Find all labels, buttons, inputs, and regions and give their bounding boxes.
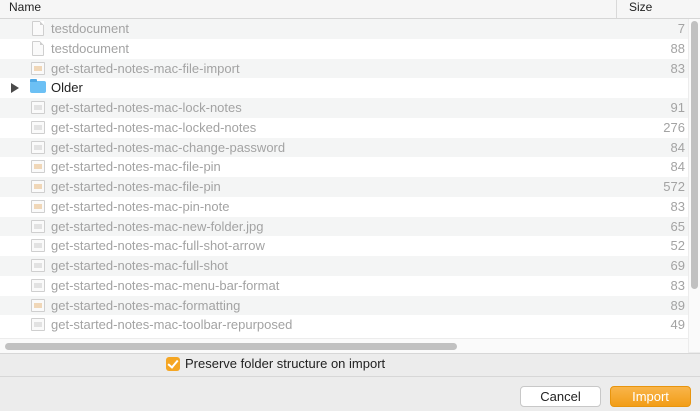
file-name: get-started-notes-mac-full-shot-arrow <box>51 238 265 254</box>
folder-icon <box>30 79 46 94</box>
list-item[interactable]: get-started-notes-mac-full-shot 69 <box>0 256 700 276</box>
image-file-icon <box>31 239 45 253</box>
file-size: 52 <box>670 238 685 254</box>
image-file-icon <box>31 278 45 292</box>
file-size: 89 <box>670 297 685 313</box>
image-file-icon <box>31 199 45 213</box>
file-name: get-started-notes-mac-file-pin <box>51 179 221 194</box>
file-name: get-started-notes-mac-file-pin <box>51 159 221 175</box>
image-file-icon <box>31 101 45 114</box>
image-file-icon <box>31 140 45 154</box>
image-file-icon <box>31 219 45 233</box>
file-size: 84 <box>670 139 685 155</box>
file-size: 83 <box>670 277 685 293</box>
folder-row[interactable]: Older <box>0 78 700 98</box>
list-item[interactable]: get-started-notes-mac-file-pin 84 <box>0 157 700 177</box>
image-file-icon <box>31 61 45 75</box>
vertical-scrollbar[interactable] <box>688 19 700 352</box>
list-item[interactable]: get-started-notes-mac-formatting 89 <box>0 295 700 316</box>
file-name: get-started-notes-mac-formatting <box>51 297 241 313</box>
list-item[interactable]: get-started-notes-mac-change-password 84 <box>0 137 700 158</box>
file-name: get-started-notes-mac-locked-notes <box>51 119 257 135</box>
name-column-header[interactable]: Name <box>9 0 41 18</box>
import-button[interactable]: Import <box>610 386 691 407</box>
list-item[interactable]: get-started-notes-mac-file-pin 572 <box>0 177 700 197</box>
size-column-header[interactable]: Size <box>629 0 652 18</box>
image-file-icon <box>31 180 45 193</box>
file-size: 84 <box>670 159 685 175</box>
file-name: testdocument <box>51 21 130 36</box>
column-divider[interactable] <box>616 0 617 18</box>
document-icon <box>32 21 44 36</box>
import-dialog: Name Size testdocument 7 testdocument 88 get… <box>0 0 700 411</box>
list-item[interactable]: get-started-notes-mac-pin-note 83 <box>0 197 700 217</box>
cancel-button[interactable]: Cancel <box>520 386 601 407</box>
preserve-folder-label[interactable]: Preserve folder structure on import <box>185 355 385 373</box>
list-item[interactable]: get-started-notes-mac-new-folder.jpg 65 <box>0 216 700 237</box>
preserve-folder-checkbox[interactable] <box>166 357 180 371</box>
file-size: 69 <box>670 258 685 273</box>
list-item[interactable]: get-started-notes-mac-lock-notes 91 <box>0 98 700 118</box>
disclosure-triangle-icon[interactable] <box>11 83 19 94</box>
file-size: 572 <box>663 179 685 194</box>
file-size: 49 <box>670 317 685 333</box>
image-file-icon <box>31 120 45 134</box>
file-list: testdocument 7 testdocument 88 get-started-n… <box>0 19 700 352</box>
horizontal-scrollbar-thumb[interactable] <box>5 343 457 350</box>
document-icon <box>32 40 44 56</box>
list-item[interactable]: testdocument 7 <box>0 19 700 39</box>
list-item[interactable]: get-started-notes-mac-full-shot-arrow 52 <box>0 236 700 256</box>
image-file-icon <box>31 318 45 332</box>
horizontal-scrollbar[interactable] <box>0 338 688 353</box>
file-size: 88 <box>670 40 685 56</box>
vertical-scrollbar-thumb[interactable] <box>691 21 698 289</box>
list-item[interactable]: testdocument 88 <box>0 39 700 59</box>
image-file-icon <box>31 160 45 174</box>
file-name: get-started-notes-mac-full-shot <box>51 258 229 273</box>
image-file-icon <box>31 259 45 272</box>
list-item[interactable]: get-started-notes-mac-locked-notes 276 <box>0 118 700 138</box>
list-item[interactable]: get-started-notes-mac-file-import 83 <box>0 58 700 79</box>
file-size: 91 <box>670 100 685 115</box>
file-name: get-started-notes-mac-lock-notes <box>51 100 242 115</box>
file-size: 7 <box>677 21 685 36</box>
file-name: get-started-notes-mac-file-import <box>51 60 240 76</box>
file-name: get-started-notes-mac-toolbar-repurposed <box>51 317 293 333</box>
column-header: Name Size <box>0 0 700 19</box>
file-size: 83 <box>670 60 685 76</box>
image-file-icon <box>31 298 45 312</box>
file-name: get-started-notes-mac-menu-bar-format <box>51 277 280 293</box>
list-item[interactable]: get-started-notes-mac-toolbar-repurposed… <box>0 315 700 335</box>
file-size: 276 <box>663 119 685 135</box>
file-name: get-started-notes-mac-pin-note <box>51 198 230 214</box>
file-name: Older <box>51 80 83 96</box>
file-name: get-started-notes-mac-change-password <box>51 139 286 155</box>
file-size: 83 <box>670 198 685 214</box>
file-name: testdocument <box>51 40 130 56</box>
file-size: 65 <box>670 218 685 234</box>
file-name: get-started-notes-mac-new-folder.jpg <box>51 218 264 234</box>
list-item[interactable]: get-started-notes-mac-menu-bar-format 83 <box>0 276 700 296</box>
